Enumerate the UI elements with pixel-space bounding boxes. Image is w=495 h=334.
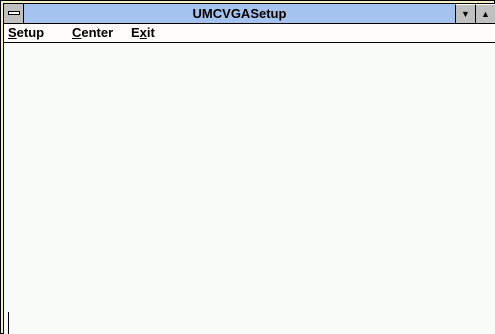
menu-exit-label: it (146, 25, 155, 40)
menu-center[interactable]: Center (72, 24, 113, 42)
frame-corner-mark (8, 312, 9, 334)
menu-exit[interactable]: Exit (131, 24, 155, 42)
menu-center-accelerator: C (72, 25, 82, 40)
minimize-icon: ▼ (461, 9, 470, 19)
menu-exit-accelerator: x (139, 25, 147, 40)
menu-setup[interactable]: Setup (8, 24, 44, 42)
system-menu-icon (8, 11, 20, 15)
menu-setup-label: etup (16, 25, 45, 40)
title-bar[interactable]: UMCVGASetup ▼ ▲ (4, 4, 495, 24)
menu-center-label: enter (81, 25, 114, 40)
menu-bar: Setup Center Exit (4, 24, 495, 43)
menu-exit-prefix: E (131, 25, 140, 40)
minimize-button[interactable]: ▼ (455, 4, 475, 23)
app-window: UMCVGASetup ▼ ▲ Setup Center Exit (0, 0, 495, 334)
window-title: UMCVGASetup (192, 6, 287, 21)
menu-setup-accelerator: S (8, 25, 17, 40)
maximize-icon: ▲ (481, 9, 490, 19)
system-menu-button[interactable] (4, 4, 24, 23)
maximize-button[interactable]: ▲ (475, 4, 495, 23)
client-area[interactable] (4, 43, 495, 334)
